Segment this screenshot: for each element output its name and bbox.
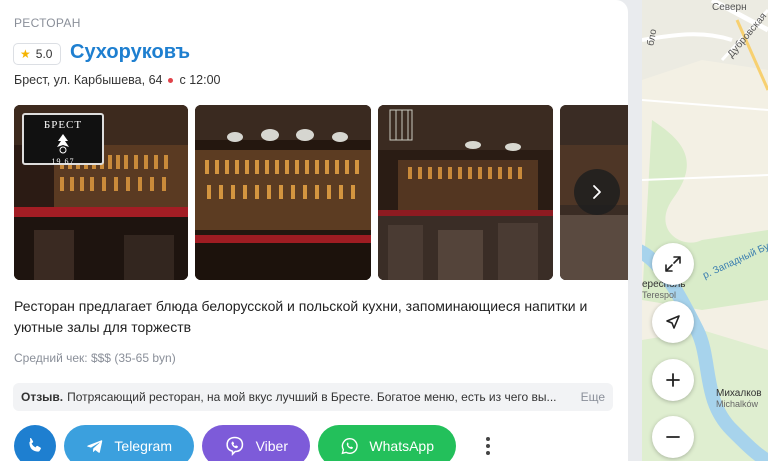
whatsapp-icon	[341, 438, 358, 455]
zoom-in-button[interactable]	[652, 359, 694, 401]
telegram-icon	[87, 440, 103, 453]
restaurant-logo: БРЕСТ 19 67	[22, 113, 104, 166]
map-label-mikhalkov-pl: Michalków	[716, 399, 759, 409]
whatsapp-button[interactable]: WhatsApp	[318, 425, 456, 461]
zoom-out-button[interactable]	[652, 416, 694, 458]
opening-hours: с 12:00	[179, 73, 221, 87]
viber-icon	[226, 436, 244, 457]
navigation-arrow-icon	[666, 315, 680, 329]
place-card: РЕСТОРАН ★ 5.0 Сухоруковъ Брест, ул. Кар…	[0, 0, 628, 461]
review-text: Потрясающий ресторан, на мой вкус лучший…	[67, 390, 557, 404]
map-panel[interactable]: Северн Дубровская бло р. Западный Буг ер…	[642, 0, 768, 461]
call-button[interactable]	[14, 425, 56, 461]
rating-value: 5.0	[35, 47, 53, 61]
plus-icon	[666, 373, 680, 387]
map-label-north: Северн	[712, 2, 747, 13]
place-description: Ресторан предлагает блюда белорусской и …	[14, 298, 588, 335]
expand-map-button[interactable]	[652, 243, 694, 285]
expand-icon	[665, 256, 681, 272]
star-icon: ★	[20, 47, 31, 61]
more-options-icon[interactable]	[476, 425, 500, 461]
minus-icon	[666, 436, 680, 438]
map-label-terespol-pl: Terespol	[642, 290, 677, 300]
address-text: Брест, ул. Карбышева, 64	[14, 73, 163, 87]
photo-3[interactable]	[378, 105, 553, 280]
average-check: Средний чек: $$$ (35-65 byn)	[14, 351, 176, 365]
logo-text: БРЕСТ	[43, 119, 83, 131]
gallery-next-button[interactable]	[574, 169, 620, 215]
review-label: Отзыв.	[21, 390, 64, 404]
place-category: РЕСТОРАН	[14, 16, 81, 30]
whatsapp-label: WhatsApp	[369, 438, 434, 454]
address-row: Брест, ул. Карбышева, 64 с 12:00	[14, 73, 220, 87]
review-snippet[interactable]: Отзыв. Потрясающий ресторан, на мой вкус…	[13, 383, 613, 411]
rating-badge[interactable]: ★ 5.0	[13, 43, 62, 65]
photo-2[interactable]	[195, 105, 371, 280]
review-more-link[interactable]: Еще	[581, 390, 605, 404]
photo-gallery[interactable]: БРЕСТ 19 67	[14, 105, 628, 280]
emblem-icon	[57, 134, 69, 154]
place-name[interactable]: Сухоруковъ	[70, 41, 190, 64]
locate-me-button[interactable]	[652, 301, 694, 343]
chevron-right-icon	[593, 185, 601, 199]
contact-actions: Telegram Viber WhatsApp	[14, 425, 500, 461]
map-label-mikhalkov-ru: Михалков	[716, 388, 762, 399]
telegram-label: Telegram	[114, 438, 172, 454]
logo-year: 19 67	[51, 157, 75, 166]
status-dot	[168, 77, 174, 83]
viber-button[interactable]: Viber	[202, 425, 310, 461]
phone-icon	[29, 438, 41, 452]
photo-1[interactable]: БРЕСТ 19 67	[14, 105, 188, 280]
viber-label: Viber	[255, 438, 288, 454]
telegram-button[interactable]: Telegram	[64, 425, 194, 461]
